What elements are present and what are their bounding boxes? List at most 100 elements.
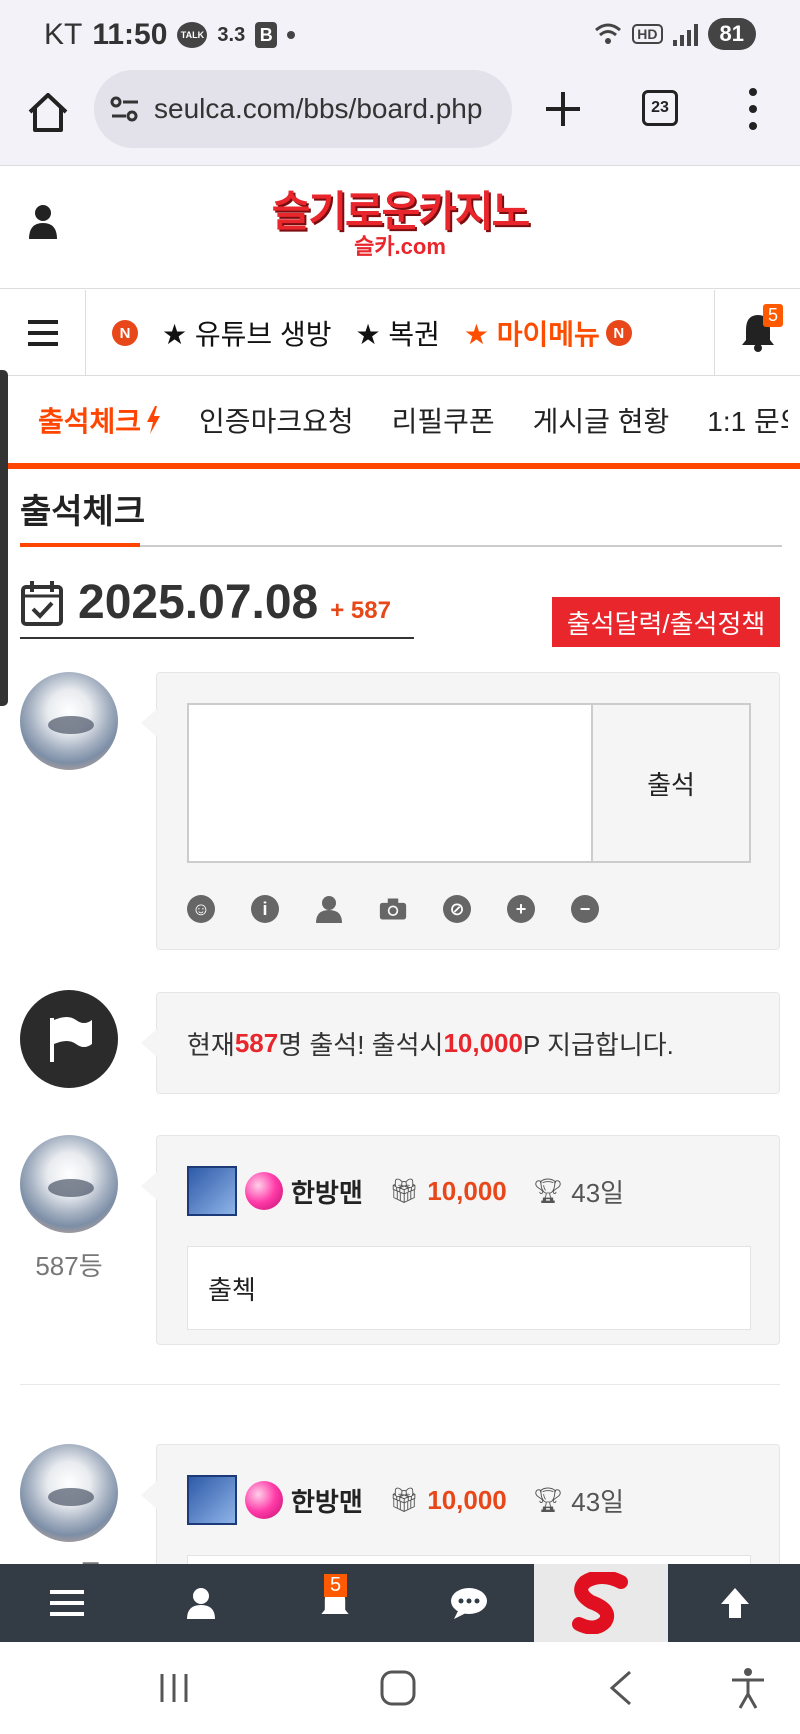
flag-avatar [20,990,118,1088]
android-nav-bar [0,1642,800,1734]
new-badge: N [112,320,138,346]
comment-body: 출첵 [187,1246,751,1330]
main-nav: N ★ 유튜브 생방 ★ 복권 ★ 마이메뉴 N 5 [0,290,800,376]
bottom-chat-button[interactable] [402,1564,536,1642]
grade-orb-icon [245,1481,283,1519]
notification-count-badge: 5 [763,304,784,327]
username[interactable]: 한방맨 [291,1173,363,1210]
notice-suffix: P 지급합니다. [522,1029,674,1060]
calendar-policy-button[interactable]: 출석달력/출석정책 [552,597,780,647]
level-icon [187,1475,237,1525]
attendance-date: 2025.07.08 [78,576,319,629]
subnav-inquiry[interactable]: 1:1 문의 [707,400,788,440]
camera-icon[interactable] [379,895,407,923]
info-icon[interactable]: i [251,895,279,923]
notice-points: 10,000 [443,1027,523,1058]
calendar-check-icon [21,581,63,626]
home-nav-icon[interactable] [374,1664,422,1712]
collapse-icon[interactable]: − [571,895,599,923]
streak-days: 43일 [571,1486,625,1517]
divider [20,1384,780,1385]
bottom-home-logo-button[interactable] [534,1564,668,1642]
hd-voice-icon: HD [632,24,663,44]
tab-switcher-button[interactable]: 23 [642,90,678,126]
trophy-icon: 🏆︎ [532,1486,564,1514]
sub-nav: 출석체크 인증마크요청 리필쿠폰 게시글 현황 1:1 문의 [8,377,800,469]
title-underline [20,543,140,547]
signal-icon [672,22,698,46]
list-item: 한방맨 🎁︎ 10,000 🏆︎ 43일 출첵 [141,1135,780,1345]
user-icon[interactable] [28,203,58,239]
page-title: 출석체크 [20,493,146,531]
gift-icon: 🎁︎ [388,1177,420,1205]
nav-lottery[interactable]: ★ 복권 [355,313,439,353]
nav-my-menu[interactable]: ★ 마이메뉴 [464,313,600,353]
site-settings-icon[interactable] [110,96,140,122]
subnav-refill-coupon[interactable]: 리필쿠폰 [392,400,495,440]
battery-indicator: 81 [707,18,756,50]
home-icon[interactable] [26,90,70,134]
chat-icon [451,1588,487,1619]
carrier-label: KT [44,18,83,51]
address-bar[interactable]: seulca.com/bbs/board.php [94,70,512,148]
scroll-indicator [0,370,8,706]
my-menu-new-badge: N [605,320,632,346]
site-logo[interactable]: 슬기로운카지노 슬카.com [258,189,542,259]
notifications-button[interactable]: 5 [714,290,800,376]
logo-subtext: 슬카.com [354,234,446,259]
bottom-notifications-button[interactable]: 5 [268,1564,402,1642]
points-value: 10,000 [427,1175,507,1206]
speed-indicator: 3.3 [217,23,246,46]
back-icon[interactable] [598,1664,646,1712]
subnav-cert-mark[interactable]: 인증마크요청 [199,400,354,440]
attendance-count: + 587 [330,597,391,624]
hamburger-menu-icon[interactable] [0,290,86,376]
site-header: 슬기로운카지노 슬카.com [0,167,800,289]
menu-icon [50,1590,84,1616]
emoji-icon[interactable]: ☺ [187,895,215,923]
avatar [20,1444,118,1542]
username[interactable]: 한방맨 [291,1482,363,1519]
notification-count-badge: 5 [324,1574,348,1597]
compass-icon[interactable]: ⊘ [443,895,471,923]
status-bar: KT 11:50 TALK 3.3 B HD 81 [0,0,800,70]
bottom-profile-button[interactable] [134,1564,268,1642]
nav-youtube-live[interactable]: ★ 유튜브 생방 [162,313,331,353]
grade-orb-icon [245,1172,283,1210]
new-tab-icon[interactable] [540,86,586,132]
notice-middle: 명 출석! 출석시 [278,1029,444,1060]
subnav-attendance[interactable]: 출석체크 [38,400,141,440]
s-logo-icon [572,1572,628,1634]
recent-apps-icon[interactable] [150,1664,198,1712]
b-app-icon: B [255,22,278,48]
avatar [20,1135,118,1233]
rank-label: 587등 [35,1251,103,1281]
level-icon [187,1166,237,1216]
flag-icon [50,1017,92,1062]
streak-days: 43일 [571,1177,625,1208]
attendance-write-box: 출석 ☺ i ⊘ + − [141,672,780,950]
bottom-menu-button[interactable] [0,1564,134,1642]
expand-icon[interactable]: + [507,895,535,923]
subnav-post-status[interactable]: 게시글 현황 [533,400,670,440]
attend-submit-button[interactable]: 출석 [593,703,751,863]
kakaotalk-icon: TALK [177,22,208,48]
gift-icon: 🎁︎ [388,1486,420,1514]
comment-textarea[interactable] [187,703,593,863]
wifi-icon [595,23,622,44]
browser-toolbar: seulca.com/bbs/board.php 23 [0,70,800,166]
logo-text: 슬기로운카지노 [271,188,530,235]
points-value: 10,000 [427,1484,507,1515]
scroll-top-button[interactable] [668,1564,800,1642]
accessibility-icon[interactable] [724,1664,772,1712]
url-text[interactable]: seulca.com/bbs/board.php [154,93,482,125]
user-mention-icon[interactable] [315,895,343,923]
user-icon [187,1588,215,1619]
avatar [20,672,118,770]
more-menu-icon[interactable] [746,88,760,130]
lightning-icon [147,406,161,434]
attendance-notice: 현재 587 명 출석! 출석시 10,000 P 지급합니다. [141,992,780,1094]
clock: 11:50 [92,18,168,51]
notice-count: 587 [234,1027,279,1058]
bottom-toolbar: 5 [0,1564,800,1642]
